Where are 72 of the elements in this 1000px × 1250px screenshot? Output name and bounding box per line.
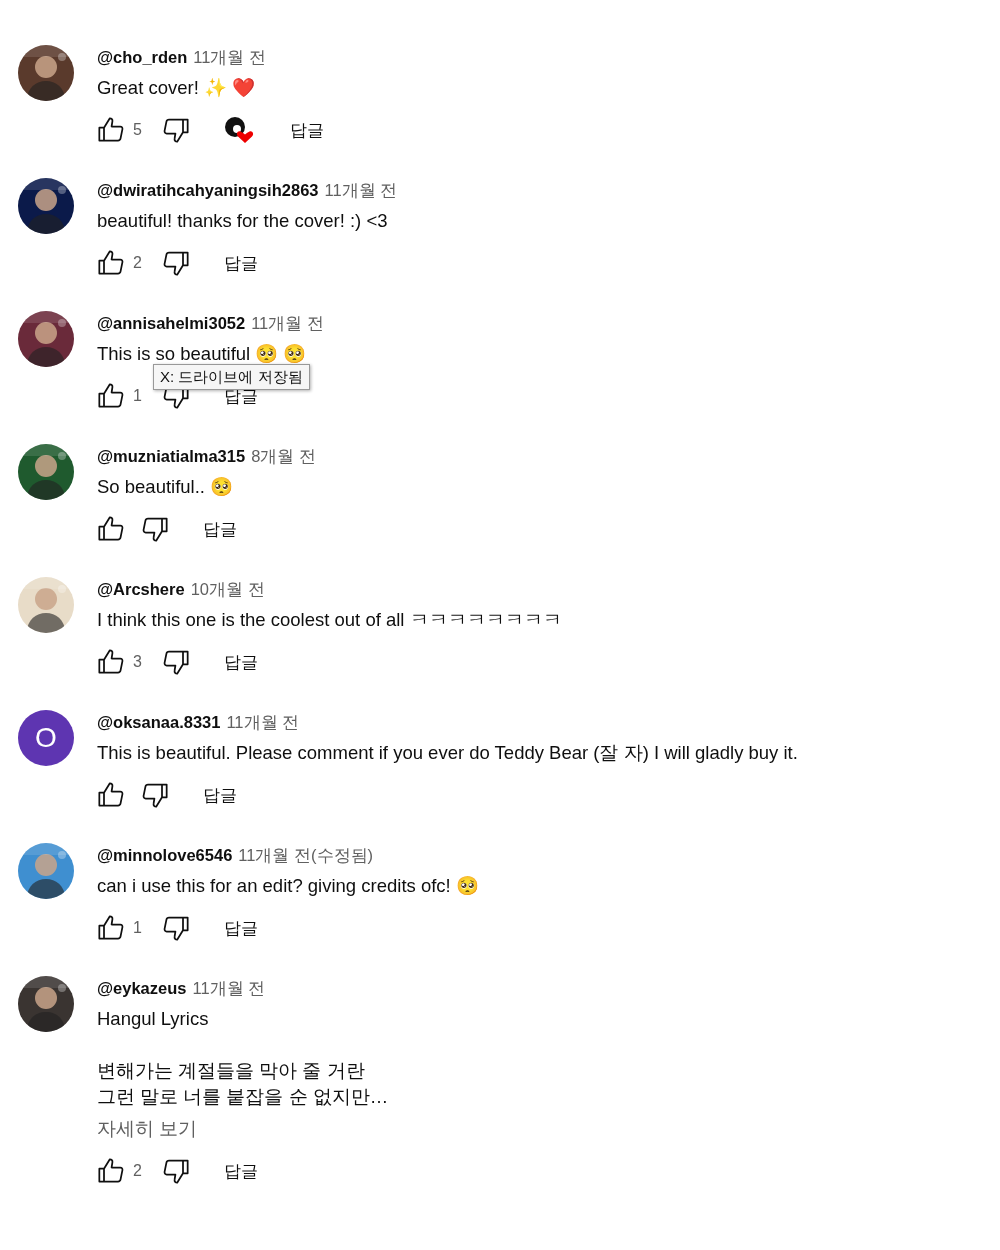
comment-text: So beautiful.. 🥺 [97,475,235,499]
thumbs-up-icon [97,781,125,809]
thumbs-up-icon [97,914,125,942]
author-name[interactable]: @oksanaa.8331 [97,710,221,734]
comment-text: 변해가는 계절들을 막아 줄 거란 [97,1059,366,1083]
author-name[interactable]: @cho_rden [97,45,188,69]
timestamp[interactable]: 10개월 전 [190,577,265,601]
dislike-button[interactable] [161,648,190,676]
timestamp[interactable]: 11개월 전 [226,710,300,734]
like-button[interactable] [97,648,125,676]
dislike-button[interactable] [161,249,190,277]
comment-text: Hangul Lyrics [97,1007,210,1031]
comment-text: This is so beautiful 🥺 🥺 [97,342,308,366]
avatar-letter[interactable]: O [18,710,74,766]
reply-button[interactable]: 답글 [223,251,258,275]
reply-button[interactable]: 답글 [289,118,324,142]
reply-button[interactable]: 답글 [223,650,258,674]
timestamp[interactable]: 11개월 전(수정됨) [238,843,373,867]
thumbs-down-icon [161,648,190,676]
author-name[interactable]: @annisahelmi3052 [97,311,246,335]
thumbs-down-icon [141,781,169,809]
dislike-button[interactable] [141,515,169,543]
like-count: 2 [133,254,142,272]
like-button[interactable] [97,914,125,942]
timestamp[interactable]: 11개월 전 [251,311,324,335]
dislike-button[interactable] [161,914,190,942]
like-button[interactable] [97,249,125,277]
timestamp[interactable]: 11개월 전 [324,178,398,202]
like-count: 2 [133,1162,142,1180]
comment-text: I think this one is the coolest out of all ㅋㅋㅋㅋㅋㅋㅋㅋ [97,608,563,632]
author-name[interactable]: @minnolove6546 [97,843,233,867]
thumbs-up-icon [97,382,125,410]
author-name[interactable]: @dwiratihcahyaningsih2863 [97,178,319,202]
reply-button[interactable]: 답글 [223,916,258,940]
reply-button[interactable]: 답글 [223,1159,258,1183]
timestamp[interactable]: 11개월 전 [193,45,267,69]
thumbs-up-icon [97,515,125,543]
like-count: 3 [133,653,142,671]
author-name[interactable]: @Arcshere [97,577,185,601]
author-name[interactable]: @eykazeus [97,976,187,1000]
author-name[interactable]: @muzniatialma315 [97,444,246,468]
comment-text: beautiful! thanks for the cover! :) <3 [97,209,389,233]
like-count: 1 [133,919,142,937]
like-button[interactable] [97,116,125,144]
read-more-link[interactable]: 자세히 보기 [97,1116,198,1142]
timestamp[interactable]: 8개월 전 [251,444,316,468]
thumbs-down-icon [161,914,190,942]
thumbs-up-icon [97,1157,125,1185]
dislike-button[interactable] [141,781,169,809]
comment-text: This is beautiful. Please comment if you ever do Teddy Bear (잘 자) I will gladly buy it. [97,741,799,765]
like-count: 5 [133,121,142,139]
like-button[interactable] [97,1157,125,1185]
thumbs-up-icon [97,648,125,676]
dislike-button[interactable] [161,116,190,144]
comment-text: can i use this for an edit? giving credits ofc! 🥺 [97,874,480,898]
reply-button[interactable]: 답글 [203,517,237,541]
thumbs-down-icon [141,515,169,543]
timestamp[interactable]: 11개월 전 [192,976,266,1000]
like-count: 1 [133,387,142,405]
thumbs-down-icon [161,1157,190,1185]
dislike-button[interactable] [161,1157,190,1185]
thumbs-up-icon [97,249,125,277]
like-button[interactable] [97,382,125,410]
reply-button[interactable]: 답글 [203,783,237,807]
thumbs-down-icon [161,249,190,277]
like-button[interactable] [97,515,125,543]
comment-text: Great cover! ✨ ❤ [97,76,257,100]
tooltip: X: 드라이브에 저장됨 [153,364,310,390]
thumbs-down-icon [161,116,190,144]
comment-text: 그런 말로 너를 붙잡을 순 없지만… [97,1085,390,1109]
like-button[interactable] [97,781,125,809]
thumbs-up-icon [97,116,125,144]
